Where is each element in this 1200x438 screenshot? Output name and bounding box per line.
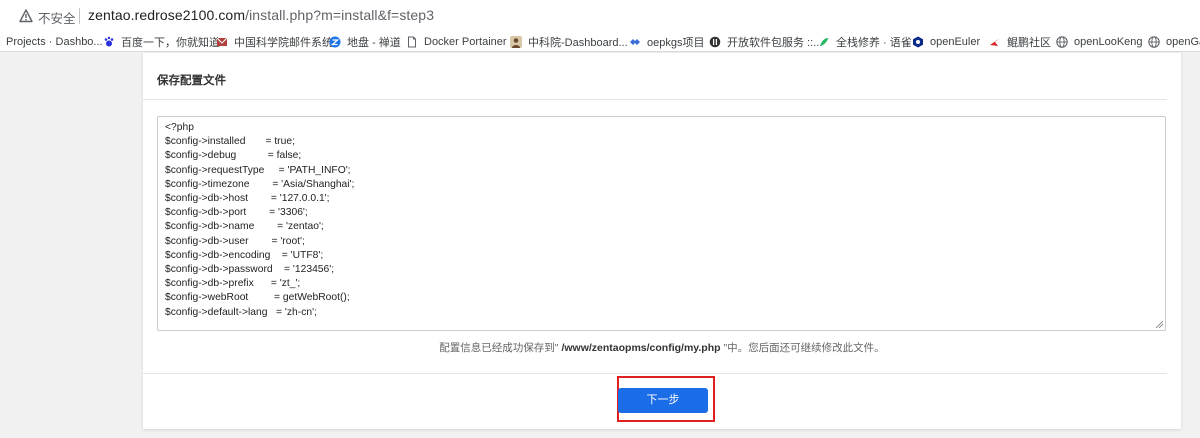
globe-icon <box>1056 36 1068 48</box>
config-line: $config->webRoot = getWebRoot(); <box>165 292 350 304</box>
footer-divider <box>143 373 1167 374</box>
file-icon <box>408 36 416 48</box>
save-confirmation-note: 配置信息已经成功保存到" /www/zentaopms/config/my.ph… <box>143 340 1181 355</box>
bookmark-openeuler[interactable]: openEuler <box>912 34 980 50</box>
title-divider <box>143 99 1167 100</box>
bookmark-label: 鲲鹏社区 <box>1007 37 1051 49</box>
next-step-button[interactable]: 下一步 <box>618 388 708 413</box>
avatar-icon <box>510 36 522 48</box>
config-textarea[interactable]: <?php $config->installed = true; $config… <box>157 116 1166 331</box>
config-line: $config->db->password = '123456'; <box>165 264 335 276</box>
config-line: $config->db->host = '127.0.0.1'; <box>165 193 330 205</box>
bookmark-projects-dashboard[interactable]: Projects · Dashbo... <box>6 34 103 50</box>
yuque-icon <box>820 38 829 46</box>
bookmark-label: 百度一下，你就知道 <box>121 37 220 49</box>
install-step-card: 保存配置文件 <?php $config->installed = true; … <box>143 53 1181 429</box>
address-separator <box>79 8 80 24</box>
config-line: $config->db->user = 'root'; <box>165 235 305 247</box>
cas-mail-icon <box>216 37 228 46</box>
openeuler-icon <box>913 36 923 48</box>
url-path: /install.php?m=install&f=step3 <box>245 7 435 23</box>
bookmark-openlookeng[interactable]: openLooKeng <box>1056 34 1143 50</box>
bookmark-label: 全栈修养 · 语雀 <box>836 37 912 49</box>
bookmark-label: 开放软件包服务 ::... <box>727 37 823 49</box>
config-line: $config->db->name = 'zentao'; <box>165 221 324 233</box>
bookmark-label: Docker Portainer <box>424 36 507 48</box>
config-line: $config->requestType = 'PATH_INFO'; <box>165 164 351 176</box>
bookmarks-bar: Projects · Dashbo... 百度一下，你就知道 中国科学院邮件系统… <box>0 32 1200 52</box>
card-title: 保存配置文件 <box>157 75 226 87</box>
resize-grip-icon[interactable] <box>1155 320 1163 328</box>
bookmark-cas-mail[interactable]: 中国科学院邮件系统 <box>216 34 333 50</box>
bookmark-cas-dashboard[interactable]: 中科院-Dashboard... <box>510 34 628 50</box>
bookmark-label: 地盘 - 禅道 <box>347 37 401 49</box>
bookmark-kunpeng[interactable]: 鲲鹏社区 <box>989 34 1051 50</box>
note-suffix: "中。您后面还可继续修改此文件。 <box>720 342 885 354</box>
url-text[interactable]: zentao.redrose2100.com/install.php?m=ins… <box>88 7 434 23</box>
package-icon <box>709 36 721 48</box>
zentao-icon <box>329 36 341 48</box>
baidu-icon <box>104 36 114 47</box>
bookmark-label: 中国科学院邮件系统 <box>234 37 333 49</box>
globe-icon <box>1148 36 1160 48</box>
note-prefix: 配置信息已经成功保存到" <box>439 342 562 354</box>
url-host: zentao.redrose2100.com <box>88 7 246 23</box>
bookmark-label: oepkgs项目 <box>647 37 705 49</box>
bookmark-open-packages[interactable]: 开放软件包服务 ::... <box>709 34 822 50</box>
config-line: $config->db->encoding = 'UTF8'; <box>165 249 324 261</box>
bookmark-docker-portainer[interactable]: Docker Portainer <box>406 34 507 50</box>
address-bar[interactable]: 不安全 zentao.redrose2100.com/install.php?m… <box>0 0 1200 32</box>
config-line: $config->timezone = 'Asia/Shanghai'; <box>165 178 355 190</box>
config-line: $config->db->prefix = 'zt_'; <box>165 278 301 290</box>
config-file-path: /www/zentaopms/config/my.php <box>561 342 721 354</box>
config-line: <?php <box>165 122 194 133</box>
config-line: $config->debug = false; <box>165 150 302 162</box>
config-line: $config->db->port = '3306'; <box>165 207 308 219</box>
bookmark-opengauss[interactable]: openGa <box>1148 34 1200 50</box>
bookmark-label: openLooKeng <box>1074 36 1143 48</box>
bookmark-label: 中科院-Dashboard... <box>528 37 628 49</box>
kunpeng-icon <box>990 38 1000 46</box>
oepkgs-icon <box>630 39 640 45</box>
bookmark-label: Projects · Dashbo... <box>6 36 103 48</box>
bookmark-zentao[interactable]: 地盘 - 禅道 <box>329 34 401 50</box>
config-line: $config->installed = true; <box>165 136 295 148</box>
bookmark-yuque[interactable]: 全栈修养 · 语雀 <box>818 34 912 50</box>
bookmark-label: openGa <box>1166 36 1200 48</box>
warning-icon[interactable] <box>19 9 33 23</box>
security-status[interactable]: 不安全 <box>38 8 76 27</box>
bookmark-oepkgs[interactable]: oepkgs项目 <box>629 34 704 50</box>
bookmark-baidu[interactable]: 百度一下，你就知道 <box>103 34 220 50</box>
config-line: $config->default->lang = 'zh-cn'; <box>165 306 317 318</box>
bookmark-label: openEuler <box>930 36 981 48</box>
